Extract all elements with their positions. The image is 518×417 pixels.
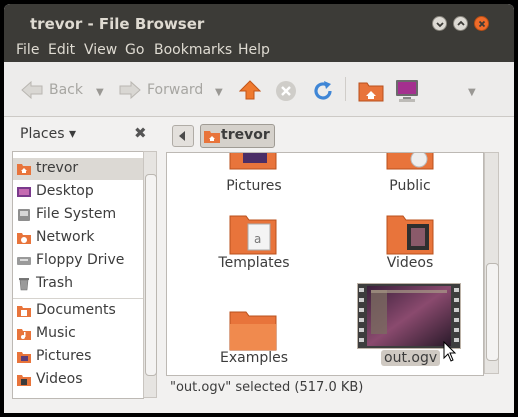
reload-button[interactable] [311,79,335,107]
sidebar-scrollbar[interactable] [143,151,157,398]
reload-icon [314,81,332,100]
sidebar-item-label: File System [36,206,117,222]
path-bar: trevor [160,117,514,151]
forward-label: Forward [147,82,204,98]
documents-folder-icon [17,306,31,317]
forward-history-arrow[interactable]: ▼ [215,87,223,98]
up-button[interactable] [238,79,262,105]
sidebar-item-videos[interactable]: Videos [13,369,143,391]
back-label: Back [49,82,83,98]
sidebar-item-label: Desktop [36,183,94,199]
sidebar-item-music[interactable]: Music [13,323,143,345]
floppy-drive-icon [17,257,31,265]
music-folder-icon [17,329,31,340]
network-icon [17,233,31,244]
close-window-button[interactable] [474,16,489,31]
sidebar-item-documents[interactable]: Documents [13,300,143,322]
sidebar-item-pictures[interactable]: Pictures [13,346,143,368]
home-folder-icon [204,131,220,143]
computer-button[interactable] [394,78,420,108]
sidebar-item-trevor[interactable]: trevor [13,158,143,180]
pictures-folder-icon [17,352,31,363]
title-bar[interactable]: trevor - File Browser [4,4,514,38]
places-list: trevor Desktop File System Network Flopp… [12,151,144,399]
sidebar-item-label: trevor [36,160,79,176]
folder-icon [229,311,277,351]
sidebar-item-label: Network [36,229,95,245]
menu-help[interactable]: Help [238,42,270,58]
home-folder-icon [358,82,384,102]
sidebar-item-label: Music [36,325,76,341]
file-view-scrollbar[interactable] [484,152,499,374]
templates-folder-icon: a [229,215,277,255]
file-name: Public [389,178,431,194]
chevron-left-icon [179,131,185,141]
stop-icon [276,81,296,101]
video-thumbnail-icon [357,283,461,349]
window-title: trevor - File Browser [30,15,205,33]
file-name: Templates [218,255,290,271]
breadcrumb-label: trevor [221,127,270,143]
forward-button[interactable]: Forward [118,80,203,104]
trash-icon [19,278,29,291]
breadcrumb-trevor[interactable]: trevor [200,124,275,148]
file-name: Examples [219,350,289,366]
sidebar-item-file-system[interactable]: File System [13,204,143,226]
places-sidebar: Places ▾ ✖ trevor Desktop File System Ne… [4,117,160,399]
up-arrow-icon [238,80,262,100]
home-button[interactable] [358,79,384,107]
mouse-cursor-icon [443,341,457,362]
menu-file[interactable]: File [16,42,39,58]
minimize-icon [436,22,444,28]
desktop-icon [17,187,31,197]
places-header[interactable]: Places ▾ [20,126,76,142]
svg-text:a: a [254,232,261,246]
sidebar-item-label: Videos [36,371,83,387]
menu-bar: File Edit View Go Bookmarks Help [4,38,514,62]
hard-drive-icon [18,209,30,221]
forward-arrow-icon [119,80,141,100]
list-separator [13,298,143,299]
sidebar-item-label: Pictures [36,348,92,364]
menu-go[interactable]: Go [125,42,144,58]
videos-folder-icon [17,375,31,386]
sidebar-item-desktop[interactable]: Desktop [13,181,143,203]
menu-edit[interactable]: Edit [48,42,75,58]
sidebar-item-label: Documents [36,302,116,318]
sidebar-item-floppy-drive[interactable]: Floppy Drive [13,250,143,272]
sidebar-item-network[interactable]: Network [13,227,143,249]
videos-folder-icon [386,215,434,255]
menu-view[interactable]: View [84,42,117,58]
toolbar-overflow-arrow[interactable]: ▼ [468,87,476,98]
file-browser-window: trevor - File Browser File Edit View Go … [4,4,514,413]
maximize-button[interactable] [453,16,468,31]
sidebar-item-label: Trash [36,275,73,291]
close-icon [478,20,486,28]
menu-bookmarks[interactable]: Bookmarks [154,42,232,58]
toolbar: Back ▼ Forward ▼ ▼ [4,62,514,117]
minimize-button[interactable] [432,16,447,31]
file-view-scrollbar-thumb[interactable] [486,263,499,361]
sidebar-scrollbar-thumb[interactable] [145,174,157,376]
path-scroll-left-button[interactable] [172,125,194,147]
back-button[interactable]: Back [20,80,83,104]
maximize-icon [457,20,465,26]
close-sidebar-button[interactable]: ✖ [134,124,147,142]
file-icon-view[interactable]: Pictures Public a Templates Videos Examp… [166,152,484,376]
back-arrow-icon [21,80,43,100]
computer-icon [396,80,418,102]
back-history-arrow[interactable]: ▼ [96,87,104,98]
toolbar-separator [345,77,346,101]
stop-button[interactable] [275,80,297,106]
status-bar-text: "out.ogv" selected (517.0 KB) [170,380,364,395]
file-name: Pictures [226,178,282,194]
file-name: Videos [386,255,434,271]
sidebar-item-trash[interactable]: Trash [13,273,143,295]
home-folder-icon [17,164,31,175]
file-name: out.ogv [381,350,441,366]
sidebar-item-label: Floppy Drive [36,252,125,268]
